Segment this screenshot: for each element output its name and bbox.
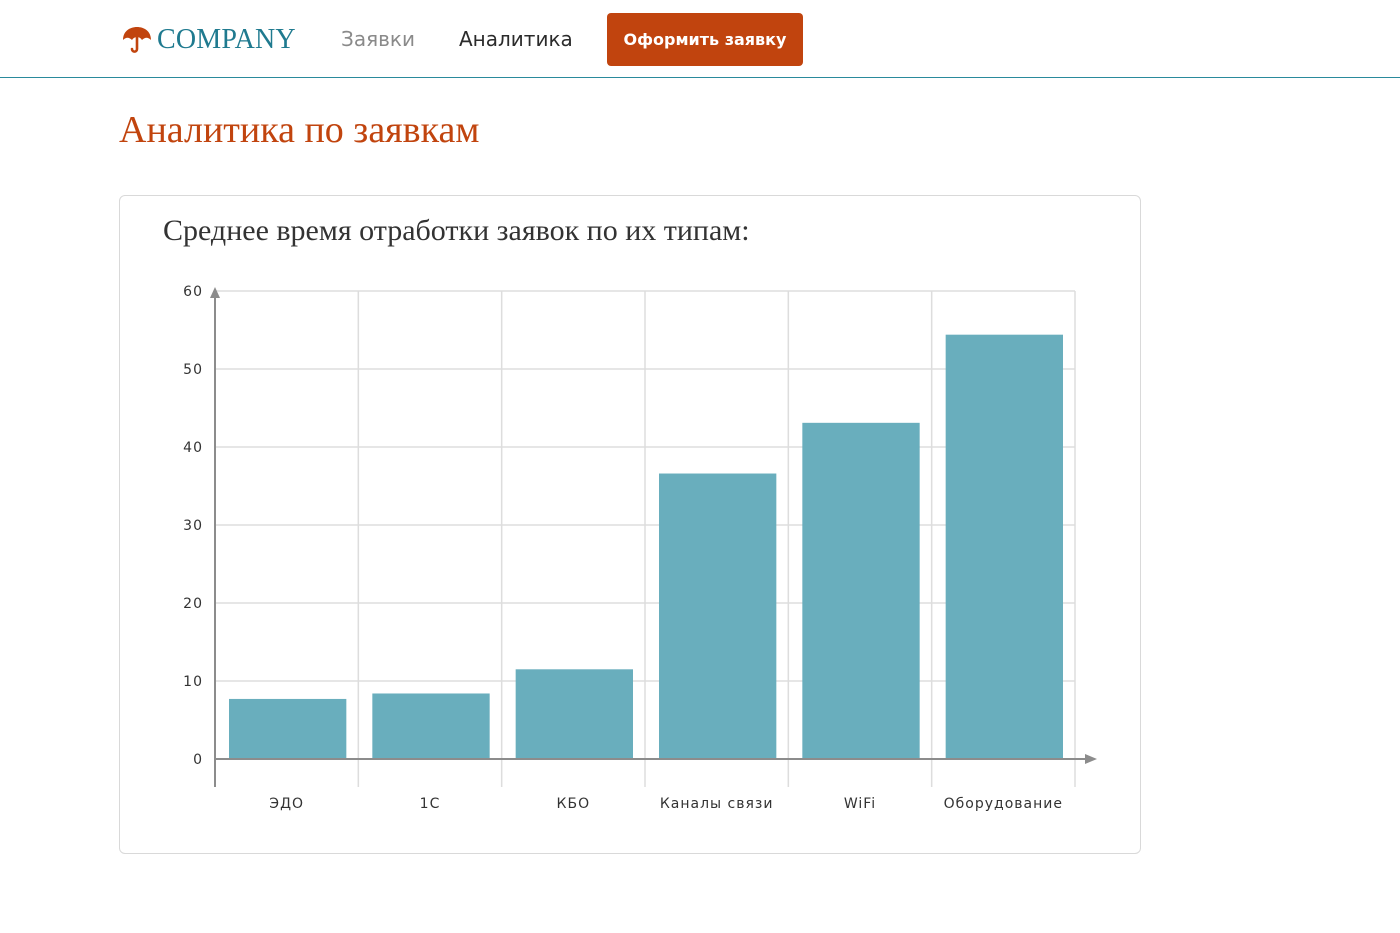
y-tick-label: 0 xyxy=(193,752,203,768)
y-tick-label: 10 xyxy=(183,674,203,690)
chart-bar xyxy=(802,422,920,759)
nav-link-analytics[interactable]: Аналитика xyxy=(459,27,573,51)
x-tick-label: WiFi xyxy=(844,796,876,812)
chart-bar xyxy=(229,698,347,759)
y-tick-label: 40 xyxy=(183,440,203,456)
chart-bar xyxy=(945,334,1063,759)
create-request-button[interactable]: Оформить заявку xyxy=(607,13,803,66)
x-tick-label: КБО xyxy=(557,796,591,812)
chart-card: Среднее время отработки заявок по их тип… xyxy=(119,195,1141,854)
brand-name: COMPANY xyxy=(157,24,296,55)
chart-bar xyxy=(515,669,633,759)
brand-logo-link[interactable]: COMPANY xyxy=(121,22,296,58)
y-tick-label: 30 xyxy=(183,518,203,534)
y-tick-label: 50 xyxy=(183,362,203,378)
page-title: Аналитика по заявкам xyxy=(119,109,480,151)
chart-bar xyxy=(659,473,777,759)
x-tick-label: ЭДО xyxy=(269,796,304,812)
bar-chart: 0 10 20 30 40 50 60 ЭДО 1С КБО Каналы связи WiFi Обо… xyxy=(183,284,1097,812)
x-tick-label: Каналы связи xyxy=(660,796,774,812)
nav-link-requests[interactable]: Заявки xyxy=(341,27,415,51)
umbrella-icon xyxy=(123,27,151,53)
y-tick-label: 60 xyxy=(183,284,203,300)
y-axis-arrow xyxy=(210,287,220,298)
chart-bar xyxy=(372,693,490,759)
y-tick-label: 20 xyxy=(183,596,203,612)
x-tick-label: Оборудование xyxy=(944,796,1063,812)
top-navbar: COMPANY Заявки Аналитика Оформить заявку xyxy=(0,0,1400,78)
x-axis-arrow xyxy=(1085,754,1097,764)
x-tick-label: 1С xyxy=(420,796,441,812)
